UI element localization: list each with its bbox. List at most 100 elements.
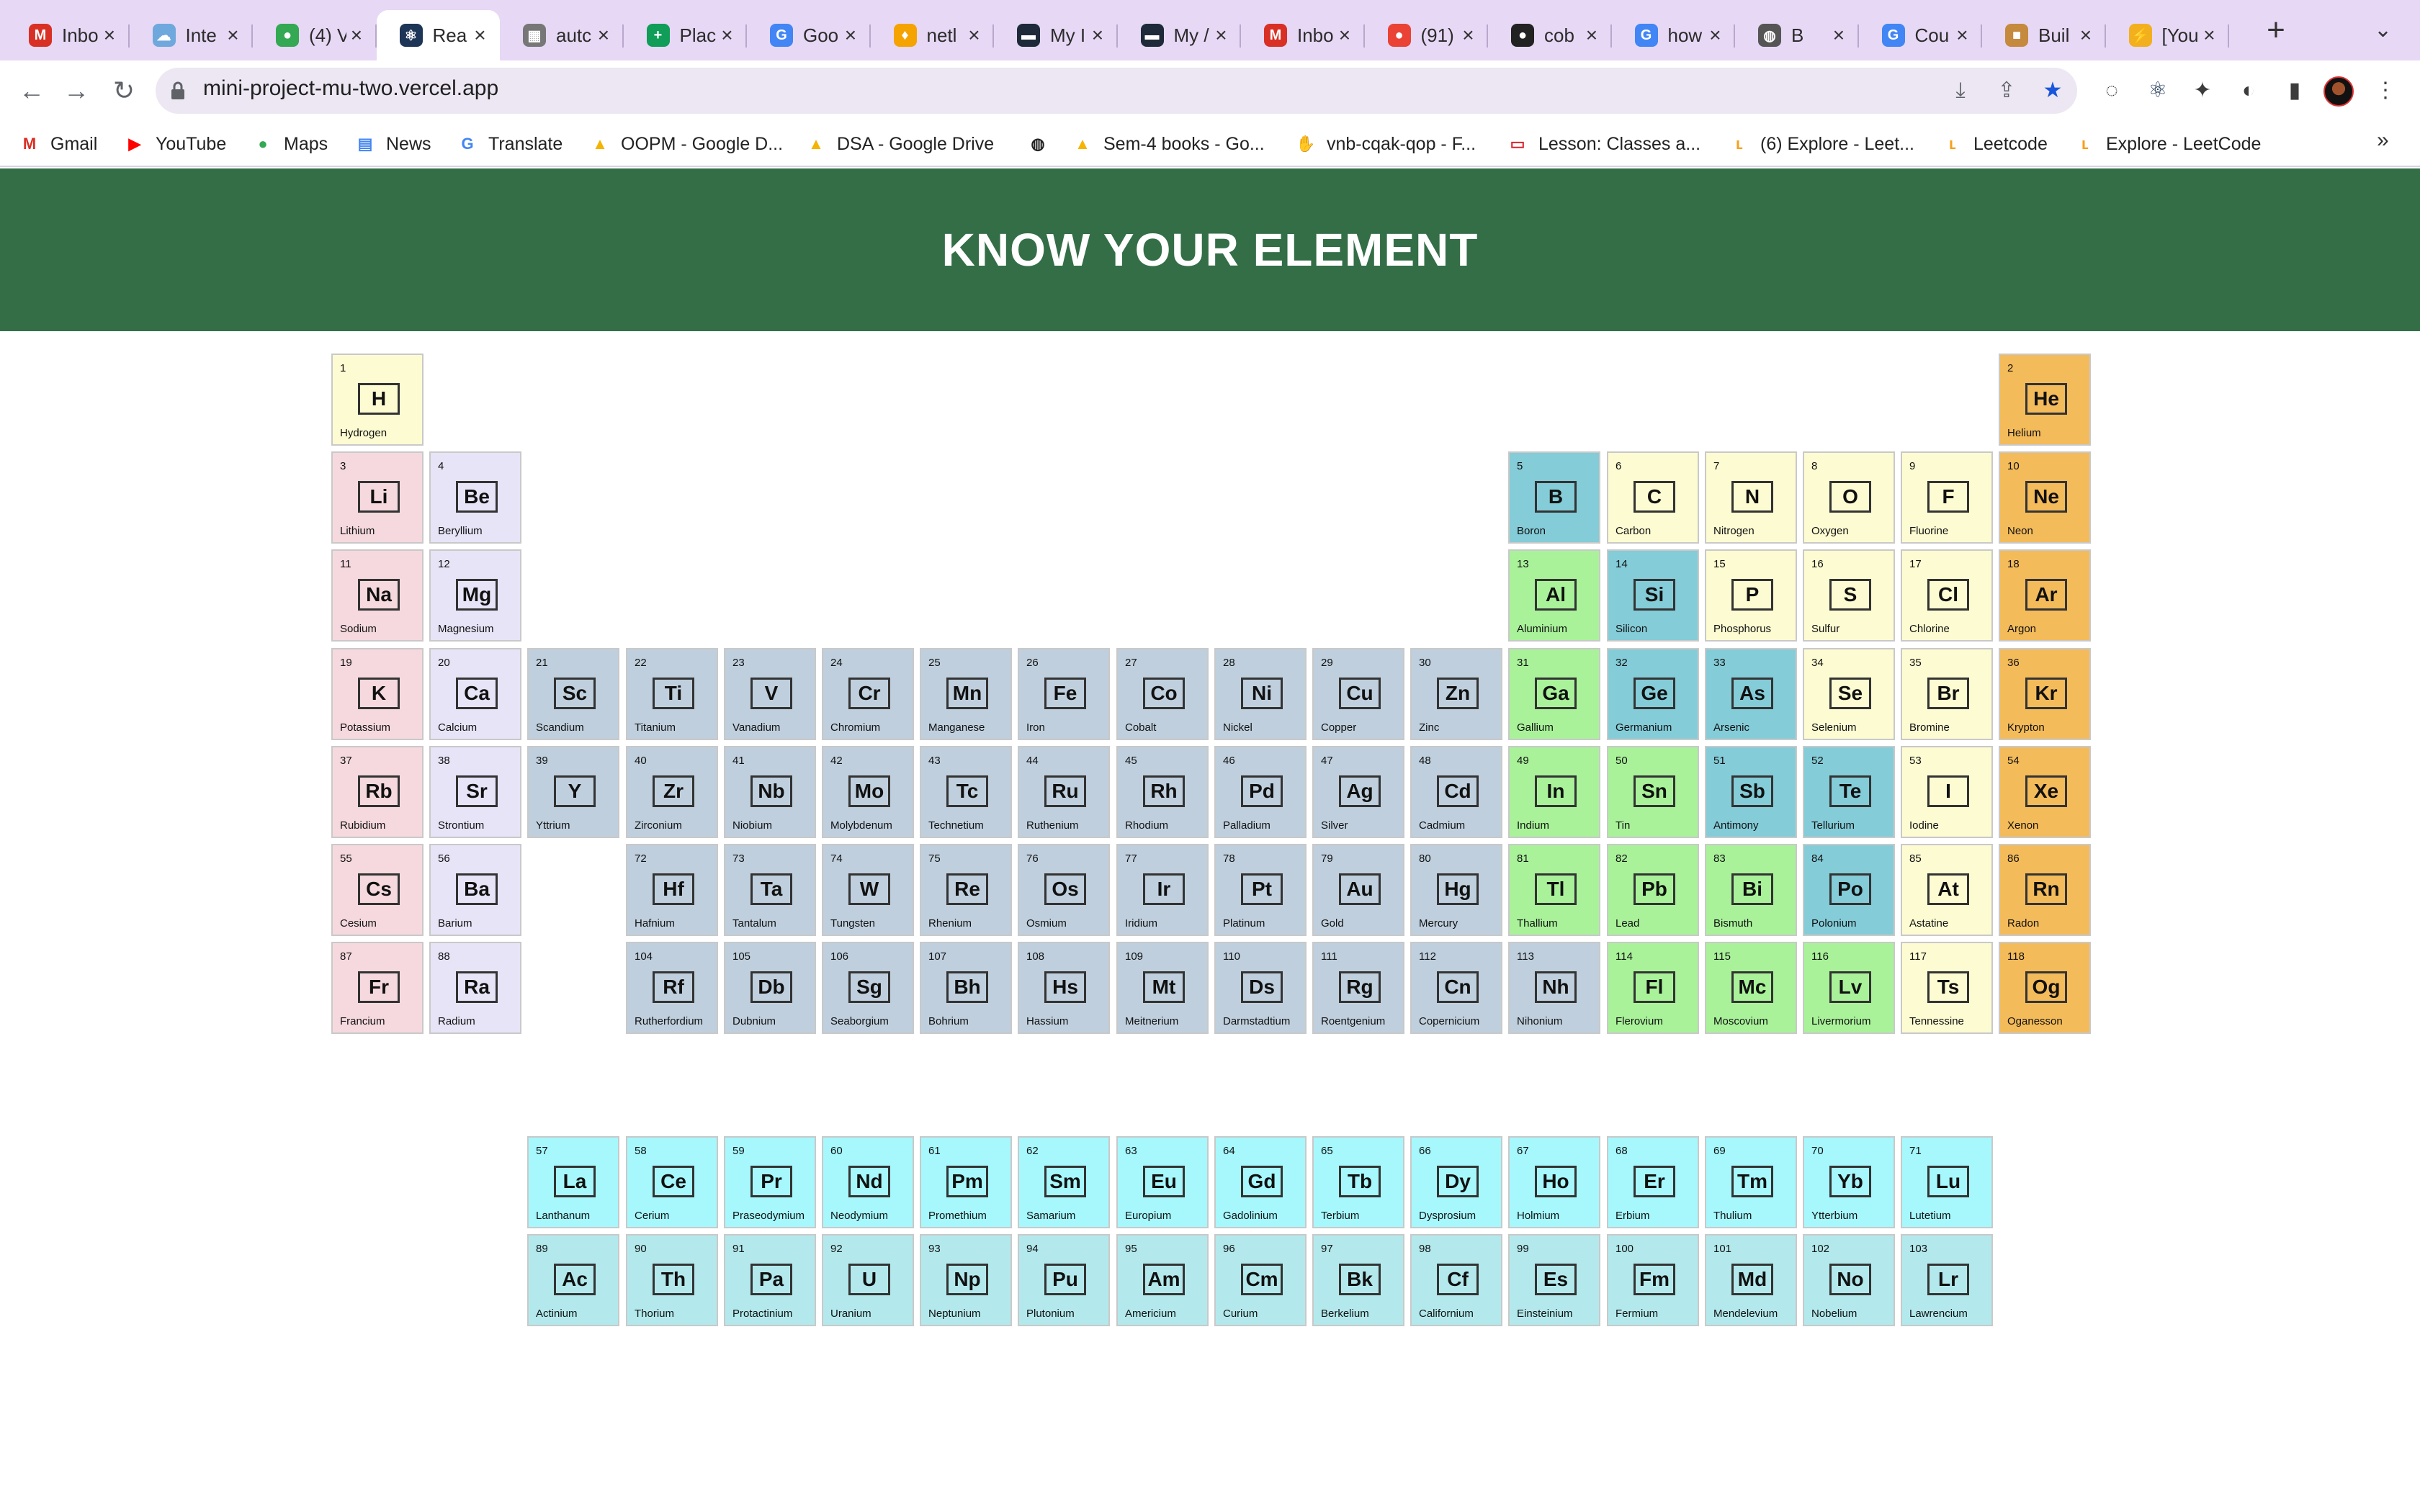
element-cell-zinc[interactable]: 30 Zn Zinc — [1410, 648, 1502, 740]
element-cell-radium[interactable]: 88 Ra Radium — [429, 942, 521, 1034]
element-cell-tungsten[interactable]: 74 W Tungsten — [822, 844, 914, 936]
element-cell-phosphorus[interactable]: 15 P Phosphorus — [1705, 549, 1797, 642]
element-cell-silver[interactable]: 47 Ag Silver — [1312, 746, 1404, 838]
element-cell-chlorine[interactable]: 17 Cl Chlorine — [1901, 549, 1993, 642]
element-cell-gold[interactable]: 79 Au Gold — [1312, 844, 1404, 936]
element-cell-lead[interactable]: 82 Pb Lead — [1607, 844, 1699, 936]
element-cell-chromium[interactable]: 24 Cr Chromium — [822, 648, 914, 740]
element-cell-ytterbium[interactable]: 70 Yb Ytterbium — [1803, 1136, 1895, 1228]
element-cell-gallium[interactable]: 31 Ga Gallium — [1508, 648, 1600, 740]
element-cell-technetium[interactable]: 43 Tc Technetium — [920, 746, 1012, 838]
element-cell-manganese[interactable]: 25 Mn Manganese — [920, 648, 1012, 740]
element-cell-berkelium[interactable]: 97 Bk Berkelium — [1312, 1234, 1404, 1326]
element-cell-erbium[interactable]: 68 Er Erbium — [1607, 1136, 1699, 1228]
element-cell-gadolinium[interactable]: 64 Gd Gadolinium — [1214, 1136, 1307, 1228]
element-cell-meitnerium[interactable]: 109 Mt Meitnerium — [1116, 942, 1209, 1034]
element-cell-protactinium[interactable]: 91 Pa Protactinium — [724, 1234, 816, 1326]
element-cell-copernicium[interactable]: 112 Cn Copernicium — [1410, 942, 1502, 1034]
element-cell-osmium[interactable]: 76 Os Osmium — [1018, 844, 1110, 936]
element-cell-tin[interactable]: 50 Sn Tin — [1607, 746, 1699, 838]
element-cell-fluorine[interactable]: 9 F Fluorine — [1901, 451, 1993, 544]
element-cell-iridium[interactable]: 77 Ir Iridium — [1116, 844, 1209, 936]
element-cell-carbon[interactable]: 6 C Carbon — [1607, 451, 1699, 544]
element-cell-tellurium[interactable]: 52 Te Tellurium — [1803, 746, 1895, 838]
element-cell-radon[interactable]: 86 Rn Radon — [1999, 844, 2091, 936]
element-cell-strontium[interactable]: 38 Sr Strontium — [429, 746, 521, 838]
element-cell-iron[interactable]: 26 Fe Iron — [1018, 648, 1110, 740]
element-cell-terbium[interactable]: 65 Tb Terbium — [1312, 1136, 1404, 1228]
element-cell-yttrium[interactable]: 39 Y Yttrium — [527, 746, 619, 838]
element-cell-curium[interactable]: 96 Cm Curium — [1214, 1234, 1307, 1326]
element-cell-promethium[interactable]: 61 Pm Promethium — [920, 1136, 1012, 1228]
element-cell-scandium[interactable]: 21 Sc Scandium — [527, 648, 619, 740]
element-cell-americium[interactable]: 95 Am Americium — [1116, 1234, 1209, 1326]
element-cell-praseodymium[interactable]: 59 Pr Praseodymium — [724, 1136, 816, 1228]
element-cell-polonium[interactable]: 84 Po Polonium — [1803, 844, 1895, 936]
element-cell-palladium[interactable]: 46 Pd Palladium — [1214, 746, 1307, 838]
element-cell-hafnium[interactable]: 72 Hf Hafnium — [626, 844, 718, 936]
element-cell-bohrium[interactable]: 107 Bh Bohrium — [920, 942, 1012, 1034]
element-cell-dysprosium[interactable]: 66 Dy Dysprosium — [1410, 1136, 1502, 1228]
element-cell-beryllium[interactable]: 4 Be Beryllium — [429, 451, 521, 544]
element-cell-dubnium[interactable]: 105 Db Dubnium — [724, 942, 816, 1034]
element-cell-holmium[interactable]: 67 Ho Holmium — [1508, 1136, 1600, 1228]
element-cell-krypton[interactable]: 36 Kr Krypton — [1999, 648, 2091, 740]
element-cell-neon[interactable]: 10 Ne Neon — [1999, 451, 2091, 544]
element-cell-bromine[interactable]: 35 Br Bromine — [1901, 648, 1993, 740]
element-cell-copper[interactable]: 29 Cu Copper — [1312, 648, 1404, 740]
element-cell-moscovium[interactable]: 115 Mc Moscovium — [1705, 942, 1797, 1034]
element-cell-nitrogen[interactable]: 7 N Nitrogen — [1705, 451, 1797, 544]
element-cell-rutherfordium[interactable]: 104 Rf Rutherfordium — [626, 942, 718, 1034]
element-cell-arsenic[interactable]: 33 As Arsenic — [1705, 648, 1797, 740]
element-cell-sodium[interactable]: 11 Na Sodium — [331, 549, 424, 642]
element-cell-samarium[interactable]: 62 Sm Samarium — [1018, 1136, 1110, 1228]
element-cell-fermium[interactable]: 100 Fm Fermium — [1607, 1234, 1699, 1326]
element-cell-argon[interactable]: 18 Ar Argon — [1999, 549, 2091, 642]
element-cell-lithium[interactable]: 3 Li Lithium — [331, 451, 424, 544]
element-cell-lawrencium[interactable]: 103 Lr Lawrencium — [1901, 1234, 1993, 1326]
element-cell-hassium[interactable]: 108 Hs Hassium — [1018, 942, 1110, 1034]
element-cell-flerovium[interactable]: 114 Fl Flerovium — [1607, 942, 1699, 1034]
element-cell-niobium[interactable]: 41 Nb Niobium — [724, 746, 816, 838]
element-cell-lutetium[interactable]: 71 Lu Lutetium — [1901, 1136, 1993, 1228]
element-cell-nobelium[interactable]: 102 No Nobelium — [1803, 1234, 1895, 1326]
element-cell-magnesium[interactable]: 12 Mg Magnesium — [429, 549, 521, 642]
element-cell-nihonium[interactable]: 113 Nh Nihonium — [1508, 942, 1600, 1034]
element-cell-plutonium[interactable]: 94 Pu Plutonium — [1018, 1234, 1110, 1326]
element-cell-silicon[interactable]: 14 Si Silicon — [1607, 549, 1699, 642]
element-cell-xenon[interactable]: 54 Xe Xenon — [1999, 746, 2091, 838]
element-cell-rubidium[interactable]: 37 Rb Rubidium — [331, 746, 424, 838]
element-cell-potassium[interactable]: 19 K Potassium — [331, 648, 424, 740]
element-cell-hydrogen[interactable]: 1 H Hydrogen — [331, 354, 424, 446]
element-cell-thallium[interactable]: 81 Tl Thallium — [1508, 844, 1600, 936]
element-cell-oxygen[interactable]: 8 O Oxygen — [1803, 451, 1895, 544]
element-cell-iodine[interactable]: 53 I Iodine — [1901, 746, 1993, 838]
element-cell-antimony[interactable]: 51 Sb Antimony — [1705, 746, 1797, 838]
element-cell-einsteinium[interactable]: 99 Es Einsteinium — [1508, 1234, 1600, 1326]
element-cell-livermorium[interactable]: 116 Lv Livermorium — [1803, 942, 1895, 1034]
element-cell-cesium[interactable]: 55 Cs Cesium — [331, 844, 424, 936]
element-cell-mercury[interactable]: 80 Hg Mercury — [1410, 844, 1502, 936]
element-cell-cobalt[interactable]: 27 Co Cobalt — [1116, 648, 1209, 740]
element-cell-cadmium[interactable]: 48 Cd Cadmium — [1410, 746, 1502, 838]
element-cell-californium[interactable]: 98 Cf Californium — [1410, 1234, 1502, 1326]
element-cell-barium[interactable]: 56 Ba Barium — [429, 844, 521, 936]
element-cell-titanium[interactable]: 22 Ti Titanium — [626, 648, 718, 740]
element-cell-rhodium[interactable]: 45 Rh Rhodium — [1116, 746, 1209, 838]
element-cell-roentgenium[interactable]: 111 Rg Roentgenium — [1312, 942, 1404, 1034]
element-cell-nickel[interactable]: 28 Ni Nickel — [1214, 648, 1307, 740]
element-cell-lanthanum[interactable]: 57 La Lanthanum — [527, 1136, 619, 1228]
element-cell-neodymium[interactable]: 60 Nd Neodymium — [822, 1136, 914, 1228]
element-cell-boron[interactable]: 5 B Boron — [1508, 451, 1600, 544]
element-cell-francium[interactable]: 87 Fr Francium — [331, 942, 424, 1034]
element-cell-sulfur[interactable]: 16 S Sulfur — [1803, 549, 1895, 642]
element-cell-mendelevium[interactable]: 101 Md Mendelevium — [1705, 1234, 1797, 1326]
element-cell-aluminium[interactable]: 13 Al Aluminium — [1508, 549, 1600, 642]
element-cell-oganesson[interactable]: 118 Og Oganesson — [1999, 942, 2091, 1034]
element-cell-calcium[interactable]: 20 Ca Calcium — [429, 648, 521, 740]
element-cell-rhenium[interactable]: 75 Re Rhenium — [920, 844, 1012, 936]
element-cell-helium[interactable]: 2 He Helium — [1999, 354, 2091, 446]
element-cell-actinium[interactable]: 89 Ac Actinium — [527, 1234, 619, 1326]
element-cell-zirconium[interactable]: 40 Zr Zirconium — [626, 746, 718, 838]
element-cell-europium[interactable]: 63 Eu Europium — [1116, 1136, 1209, 1228]
